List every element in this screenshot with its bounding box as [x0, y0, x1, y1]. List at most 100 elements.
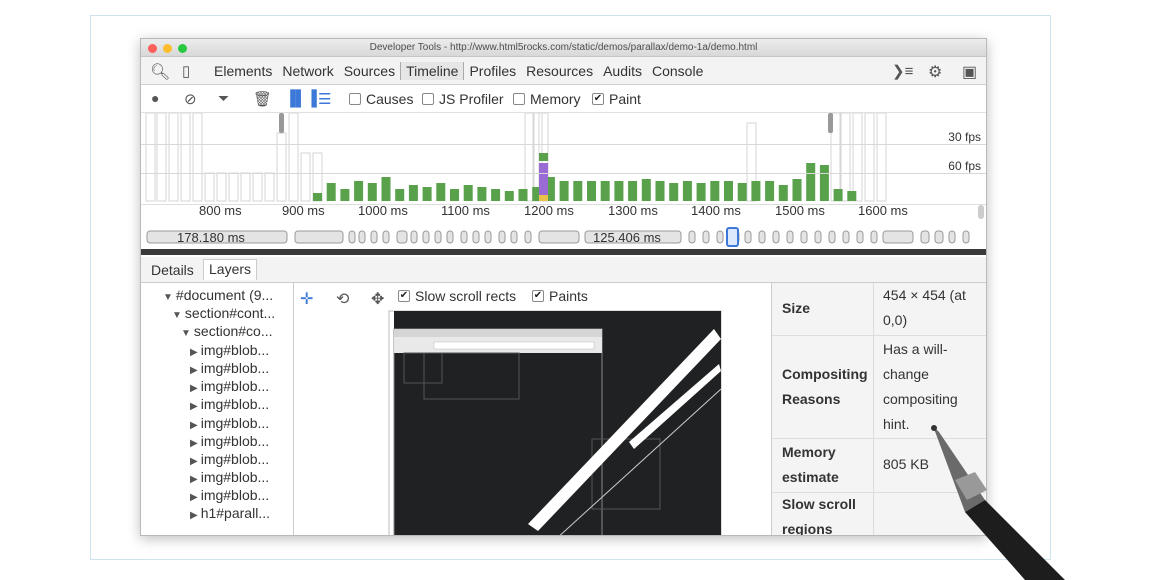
fps30-line: [141, 144, 986, 145]
range-handle-right[interactable]: [828, 113, 833, 133]
layers-3d-view[interactable]: ✛ ⟲ ✥ ✔ Slow scroll rects ✔ Paints: [294, 283, 771, 535]
tab-audits[interactable]: Audits: [598, 62, 647, 80]
frame-pill: [962, 230, 970, 244]
ruler-tick: 900 ms: [282, 203, 325, 218]
tab-resources[interactable]: Resources: [521, 62, 598, 80]
frame-bar: [737, 183, 747, 201]
fps30-label: 30 fps: [948, 130, 981, 144]
js-profiler-checkbox[interactable]: JS Profiler: [422, 91, 504, 107]
tab-console[interactable]: Console: [647, 62, 708, 80]
flamechart-icon[interactable]: ☰: [318, 90, 331, 108]
slow-scroll-rects-box[interactable]: ✔: [398, 290, 410, 302]
tree-item-img[interactable]: ▶ img#blob...: [190, 360, 269, 376]
tree-item-img[interactable]: ▶ img#blob...: [190, 378, 269, 394]
overview-bars-icon[interactable]: ▐▌▐: [285, 90, 317, 107]
frame-pill: [422, 230, 430, 244]
range-handle-left[interactable]: [279, 113, 284, 133]
tree-item-label: h1#parall...: [200, 505, 270, 521]
tree-item-label: img#blob...: [200, 378, 270, 394]
collapsed-arrow-icon[interactable]: ▶: [190, 474, 198, 485]
frame-pill: [828, 230, 836, 244]
collapsed-arrow-icon[interactable]: ▶: [190, 420, 198, 431]
collapsed-arrow-icon[interactable]: ▶: [190, 492, 198, 503]
size-key: Size: [782, 300, 811, 316]
ruler-scrollbar[interactable]: [978, 205, 984, 219]
frame-outline-bar: [876, 113, 887, 202]
pan-mode-icon[interactable]: ✛: [300, 289, 313, 309]
tree-item-img[interactable]: ▶ img#blob...: [190, 469, 269, 485]
tree-item-label: section#co...: [193, 323, 273, 339]
window-title: Developer Tools - http://www.html5rocks.…: [369, 42, 758, 53]
paint-checkbox[interactable]: ✔ Paint: [592, 91, 641, 107]
slow-scroll-rects-checkbox[interactable]: ✔ Slow scroll rects: [398, 288, 516, 304]
gear-icon[interactable]: ⚙: [928, 62, 942, 82]
frame-pill: [920, 230, 930, 244]
filter-icon[interactable]: ⏷: [218, 90, 229, 107]
frame-bar: [450, 189, 459, 201]
ruler-tick: 800 ms: [199, 203, 242, 218]
reset-transform-icon[interactable]: ✥: [371, 289, 384, 309]
tree-item-img[interactable]: ▶ img#blob...: [190, 451, 269, 467]
clear-icon[interactable]: ⊘: [184, 90, 197, 108]
selected-frame-pill: [726, 227, 739, 247]
expanded-arrow-icon[interactable]: ▼: [172, 310, 182, 321]
frame-pill: [348, 230, 356, 244]
collapsed-arrow-icon[interactable]: ▶: [190, 510, 198, 521]
tree-item-label: img#blob...: [200, 360, 270, 376]
causes-label: Causes: [366, 91, 414, 107]
dock-side-icon[interactable]: ▣: [962, 62, 977, 82]
paints-box[interactable]: ✔: [532, 290, 544, 302]
tree-item-section[interactable]: ▼ section#cont...: [172, 305, 275, 321]
causes-checkbox[interactable]: Causes: [349, 91, 413, 107]
slow-scroll-rects-label: Slow scroll rects: [415, 288, 517, 304]
tree-item-img[interactable]: ▶ img#blob...: [190, 415, 269, 431]
collapsed-arrow-icon[interactable]: ▶: [190, 383, 198, 394]
ruler-tick: 1000 ms: [358, 203, 408, 218]
tab-details[interactable]: Details: [151, 262, 194, 278]
collapsed-arrow-icon[interactable]: ▶: [190, 401, 198, 412]
tree-item-h1[interactable]: ▶ h1#parall...: [190, 505, 270, 521]
frame-pill: [870, 230, 878, 244]
collapsed-arrow-icon[interactable]: ▶: [190, 438, 198, 449]
tab-sources[interactable]: Sources: [339, 62, 400, 80]
tree-item-label: section#cont...: [184, 305, 276, 321]
tree-item-section[interactable]: ▼ section#co...: [181, 323, 273, 339]
frame-pill: [934, 230, 944, 244]
tab-elements[interactable]: Elements: [209, 62, 277, 80]
collapsed-arrow-icon[interactable]: ▶: [190, 365, 198, 376]
device-mode-icon[interactable]: ▯: [182, 62, 190, 80]
tree-item-document[interactable]: ▼ #document (9...: [163, 287, 273, 303]
paint-box[interactable]: ✔: [592, 93, 604, 105]
tab-layers[interactable]: Layers: [203, 259, 258, 280]
tree-item-img[interactable]: ▶ img#blob...: [190, 342, 269, 358]
collapsed-arrow-icon[interactable]: ▶: [190, 456, 198, 467]
memory-box[interactable]: [513, 93, 525, 105]
expanded-arrow-icon[interactable]: ▼: [163, 292, 173, 303]
tree-item-img[interactable]: ▶ img#blob...: [190, 396, 269, 412]
collapsed-arrow-icon[interactable]: ▶: [190, 347, 198, 358]
frame-outline-bar: [180, 113, 191, 202]
tab-profiles[interactable]: Profiles: [464, 62, 521, 80]
tab-network[interactable]: Network: [277, 62, 338, 80]
search-icon[interactable]: 🔍︎: [150, 62, 170, 82]
memory-checkbox[interactable]: Memory: [513, 91, 581, 107]
paints-checkbox[interactable]: ✔ Paints: [532, 288, 588, 304]
expanded-arrow-icon[interactable]: ▼: [181, 328, 191, 339]
frame-pill: [786, 230, 794, 244]
tab-timeline[interactable]: Timeline: [400, 62, 465, 80]
layer-tree: ▼ #document (9... ▼ section#cont... ▼ secti…: [141, 283, 294, 535]
garbage-collect-icon[interactable]: 🗑︎: [253, 90, 272, 108]
timeline-overview[interactable]: 30 fps 60 fps: [141, 113, 986, 205]
frame-outline-bar: [864, 113, 875, 202]
compositing-reasons-key: Compositing Reasons: [782, 366, 868, 407]
tree-item-img[interactable]: ▶ img#blob...: [190, 487, 269, 503]
drawer-toggle-icon[interactable]: ❯≡: [892, 62, 913, 80]
causes-box[interactable]: [349, 93, 361, 105]
record-icon[interactable]: ●: [151, 90, 159, 106]
rotate-mode-icon[interactable]: ⟲: [336, 289, 349, 309]
frame-outline-bar: [228, 172, 239, 202]
js-profiler-box[interactable]: [422, 93, 434, 105]
tree-item-img[interactable]: ▶ img#blob...: [190, 433, 269, 449]
title-bar: Developer Tools - http://www.html5rocks.…: [141, 39, 986, 57]
memory-estimate-key: Memory estimate: [782, 444, 839, 485]
